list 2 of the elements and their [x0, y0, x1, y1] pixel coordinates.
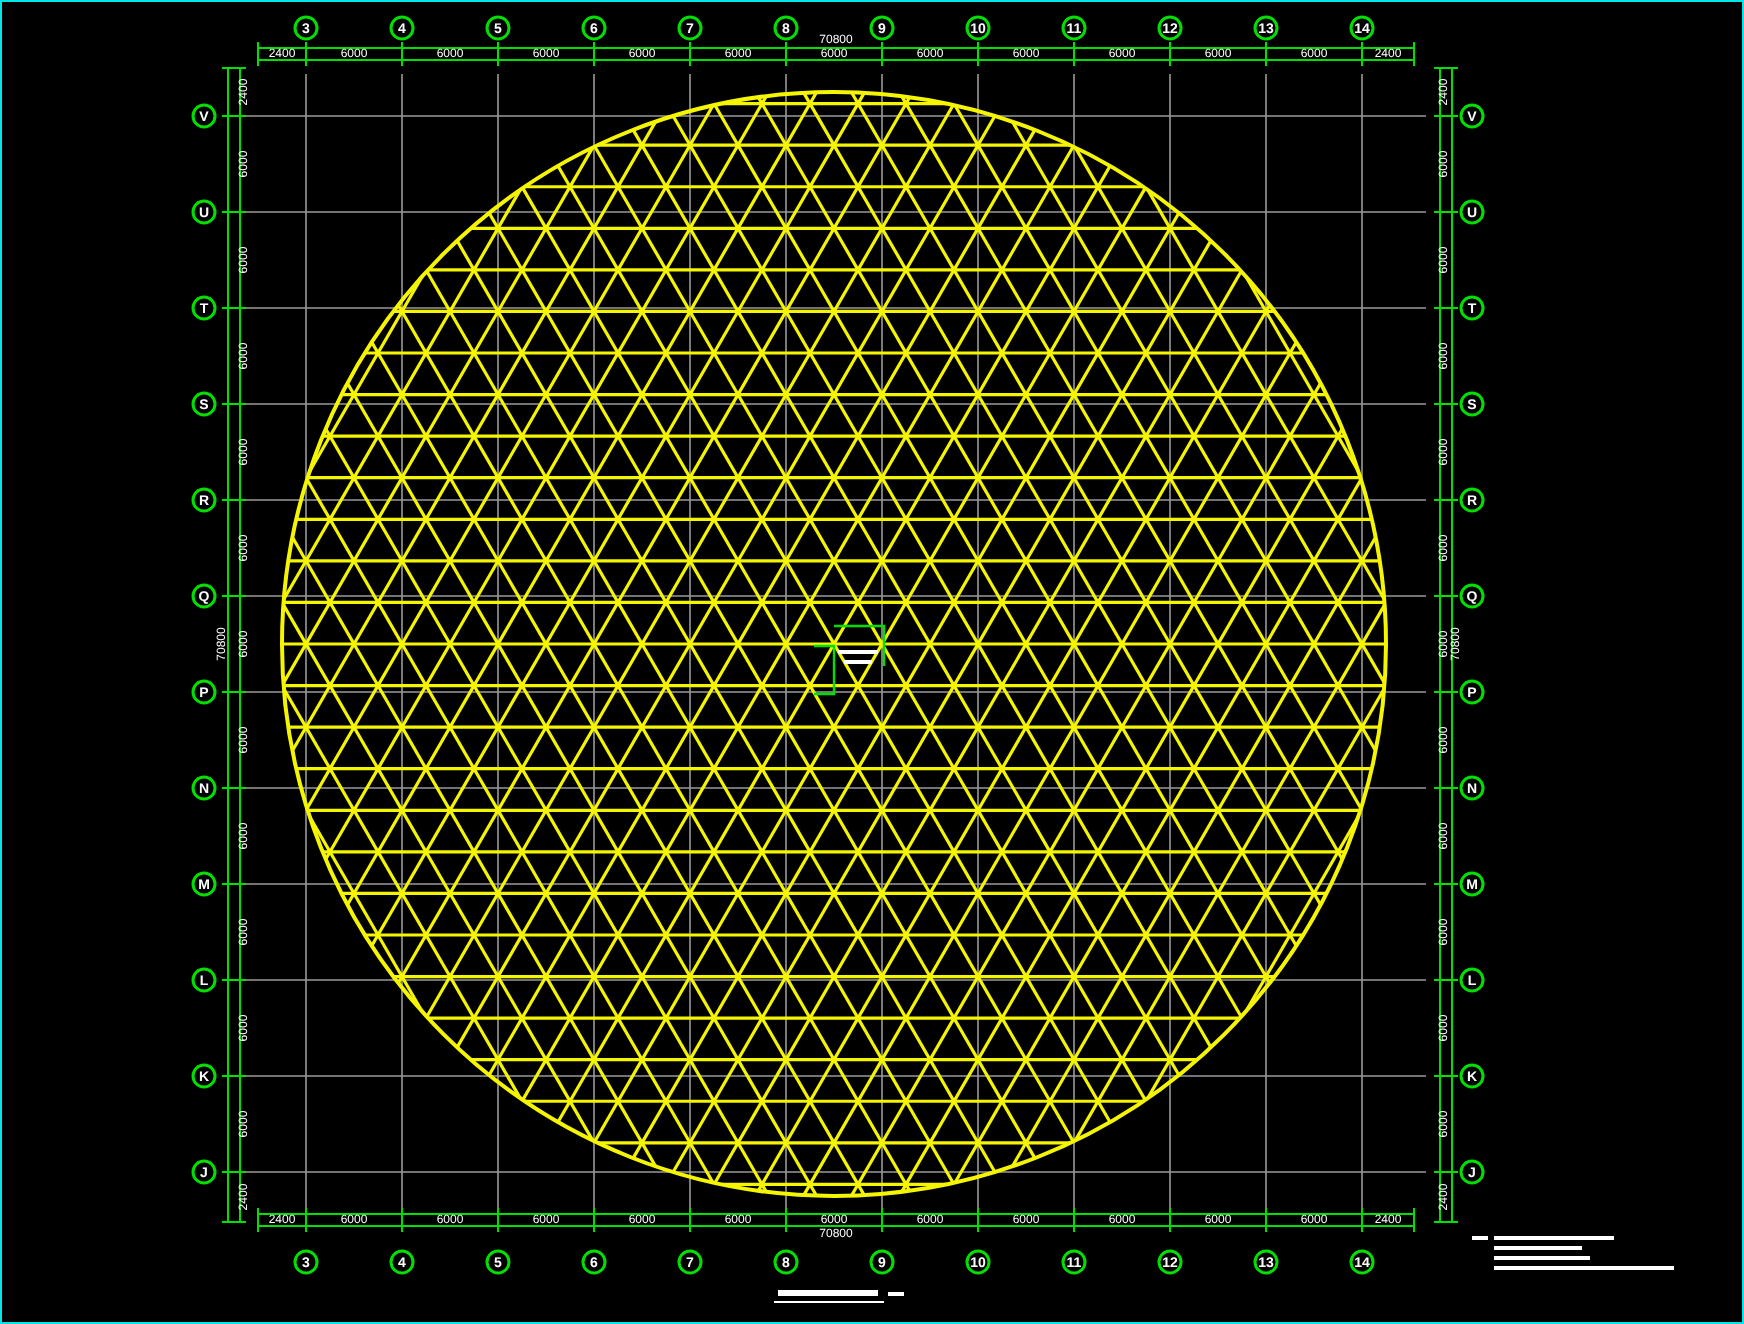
center-marker-drawing: [812, 624, 886, 696]
title-drawing: [773, 1290, 904, 1303]
